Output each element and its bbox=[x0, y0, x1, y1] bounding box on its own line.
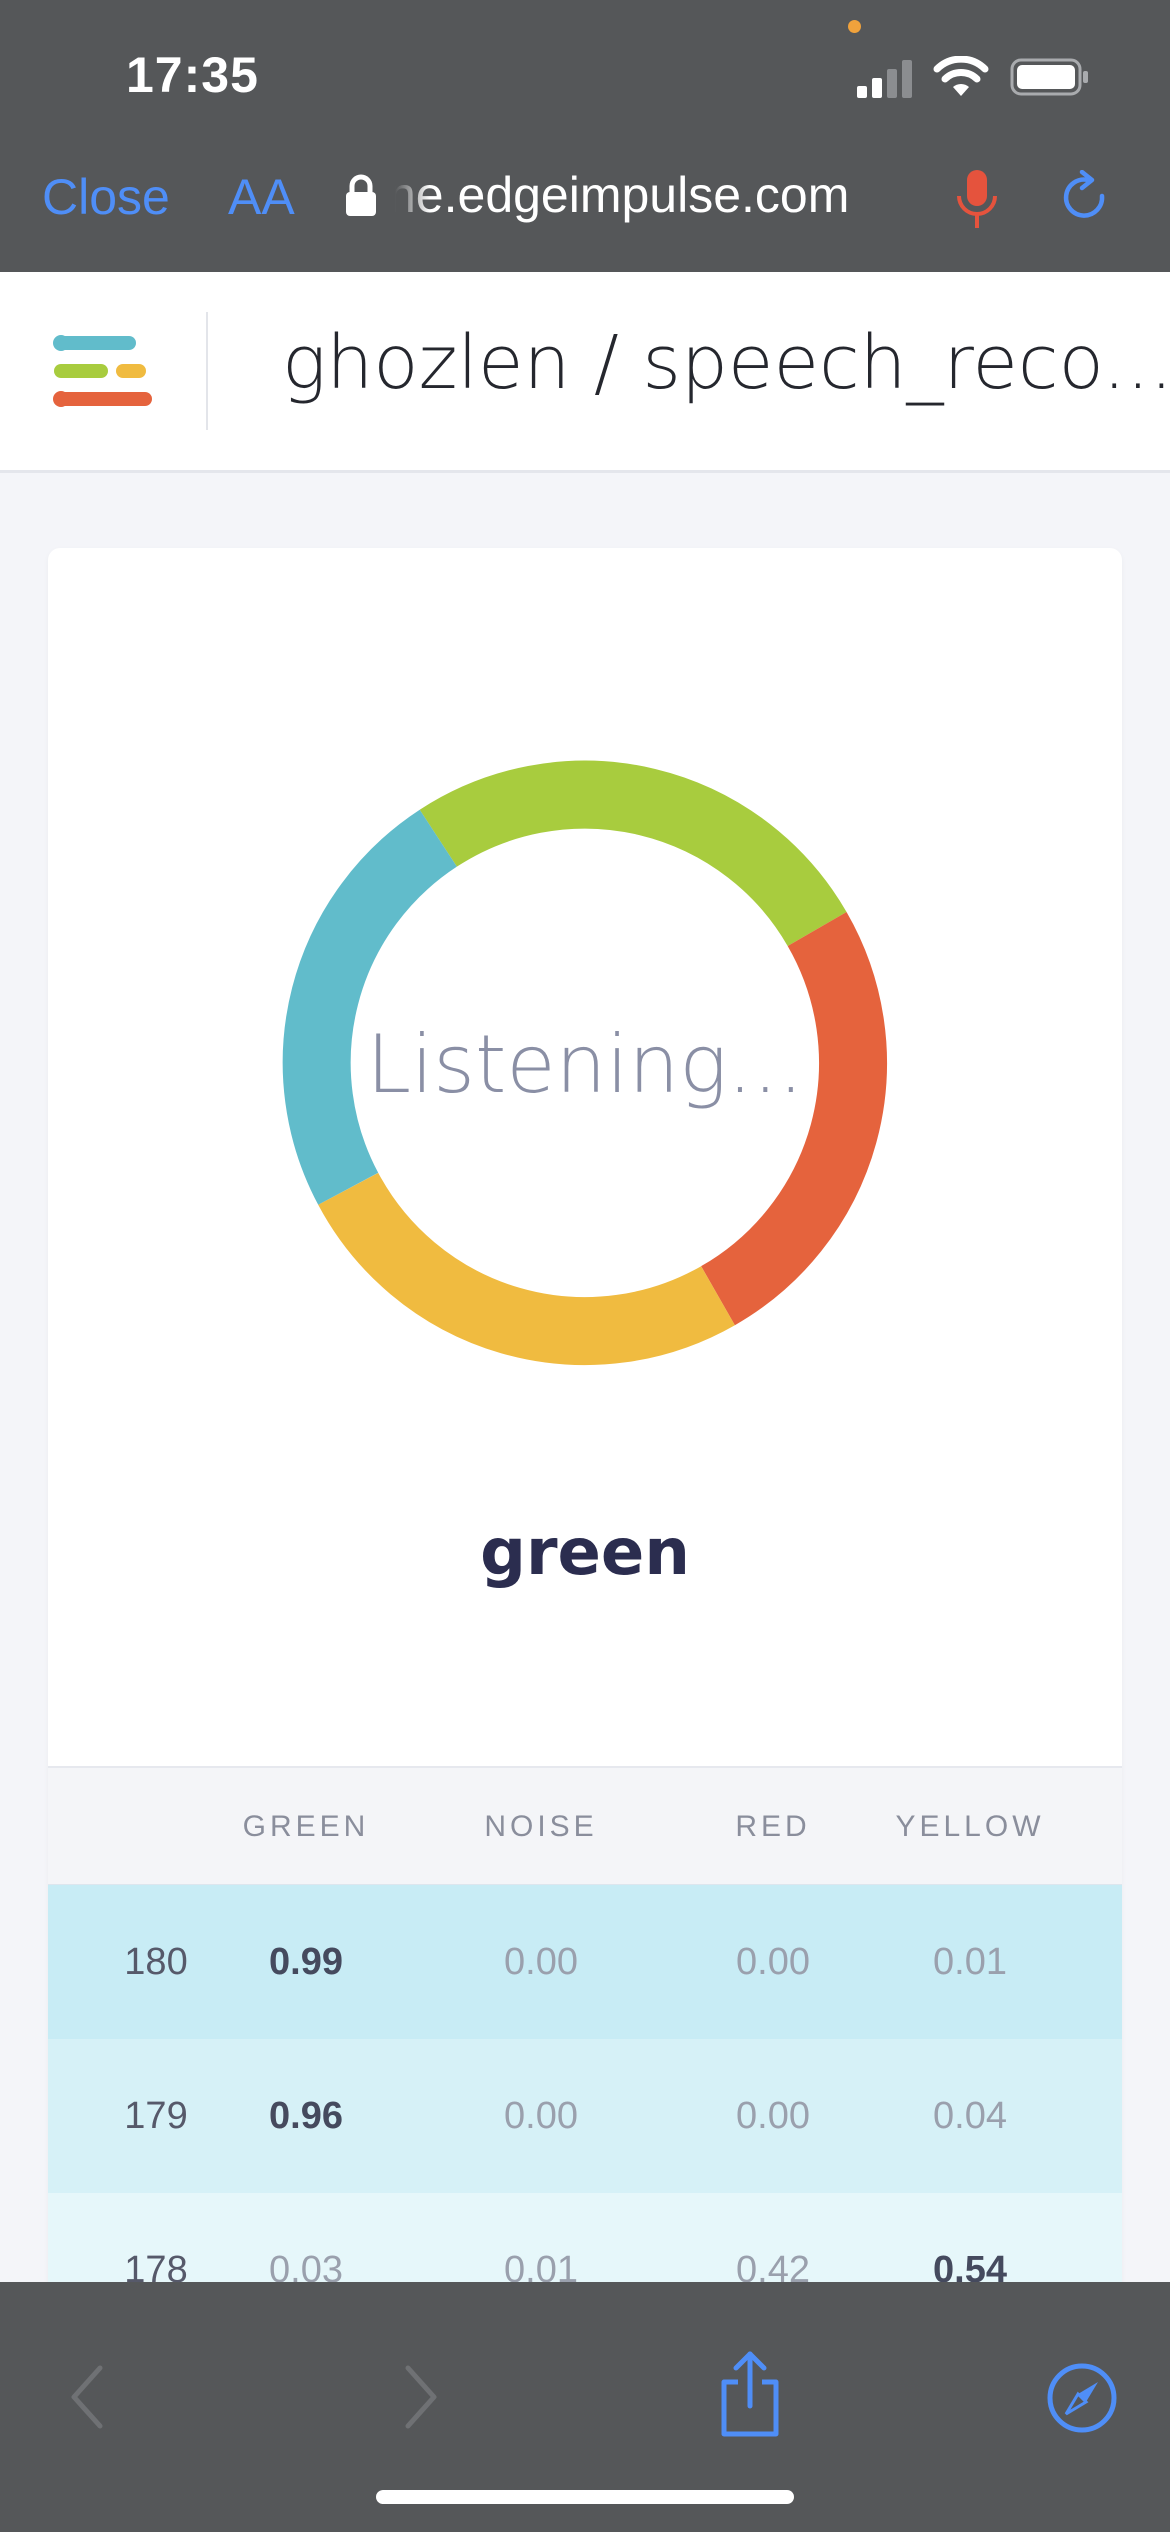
lock-icon bbox=[346, 174, 376, 216]
page-header: ghozlen / speech_reco... bbox=[0, 272, 1170, 473]
page-title: ghozlen / speech_reco... bbox=[282, 320, 1170, 406]
listening-status: Listening... bbox=[366, 1018, 804, 1111]
url-field[interactable]: ne.edgeimpulse.com bbox=[388, 166, 908, 224]
reload-icon[interactable] bbox=[1062, 170, 1112, 226]
edge-impulse-logo-menu-icon[interactable] bbox=[52, 334, 156, 408]
cell-green: 0.96 bbox=[269, 2095, 343, 2137]
cell-yellow: 0.04 bbox=[933, 2095, 1007, 2137]
ring-segment-blue bbox=[282, 809, 458, 1205]
browser-top-bar: 17:35 Close AA ne.edgeimpulse.com bbox=[0, 0, 1170, 272]
status-time: 17:35 bbox=[126, 47, 259, 103]
header-divider bbox=[206, 312, 208, 430]
compass-icon[interactable] bbox=[1046, 2362, 1118, 2434]
share-icon[interactable] bbox=[714, 2350, 786, 2438]
column-header-red: RED bbox=[735, 1810, 811, 1843]
text-size-label: AA bbox=[228, 169, 295, 225]
column-header-green: GREEN bbox=[242, 1810, 370, 1843]
microphone-icon[interactable] bbox=[955, 168, 999, 230]
wifi-icon bbox=[933, 56, 989, 96]
ring-segment-green bbox=[419, 760, 847, 947]
signal-icon bbox=[857, 60, 912, 98]
camera-indicator-dot bbox=[848, 20, 861, 33]
text-size-button[interactable]: AA bbox=[228, 168, 295, 226]
back-icon[interactable] bbox=[66, 2362, 106, 2432]
forward-icon[interactable] bbox=[402, 2362, 442, 2432]
column-header-yellow: YELLOW bbox=[895, 1810, 1045, 1843]
close-button[interactable]: Close bbox=[42, 168, 170, 226]
predicted-label: green bbox=[480, 1516, 690, 1590]
cell-red: 0.00 bbox=[736, 2095, 810, 2137]
url-fade bbox=[380, 160, 430, 230]
cell-noise: 0.00 bbox=[504, 2095, 578, 2137]
table-row: 179 0.96 0.00 0.00 0.04 bbox=[48, 2039, 1122, 2193]
cell-green: 0.99 bbox=[269, 1941, 343, 1983]
battery-icon bbox=[1010, 58, 1088, 96]
ring-segment-yellow bbox=[318, 1172, 735, 1366]
ring-segment-red bbox=[700, 912, 887, 1326]
home-indicator[interactable] bbox=[376, 2490, 794, 2504]
cell-red: 0.00 bbox=[736, 1941, 810, 1983]
cell-yellow: 0.01 bbox=[933, 1941, 1007, 1983]
table-row: 180 0.99 0.00 0.00 0.01 bbox=[48, 1885, 1122, 2039]
cell-noise: 0.00 bbox=[504, 1941, 578, 1983]
column-header-noise: NOISE bbox=[484, 1810, 598, 1843]
results-table-header: GREEN NOISE RED YELLOW bbox=[48, 1766, 1122, 1887]
live-classification-card: Listening... green GREEN NOISE RED YELLO… bbox=[48, 548, 1122, 2348]
